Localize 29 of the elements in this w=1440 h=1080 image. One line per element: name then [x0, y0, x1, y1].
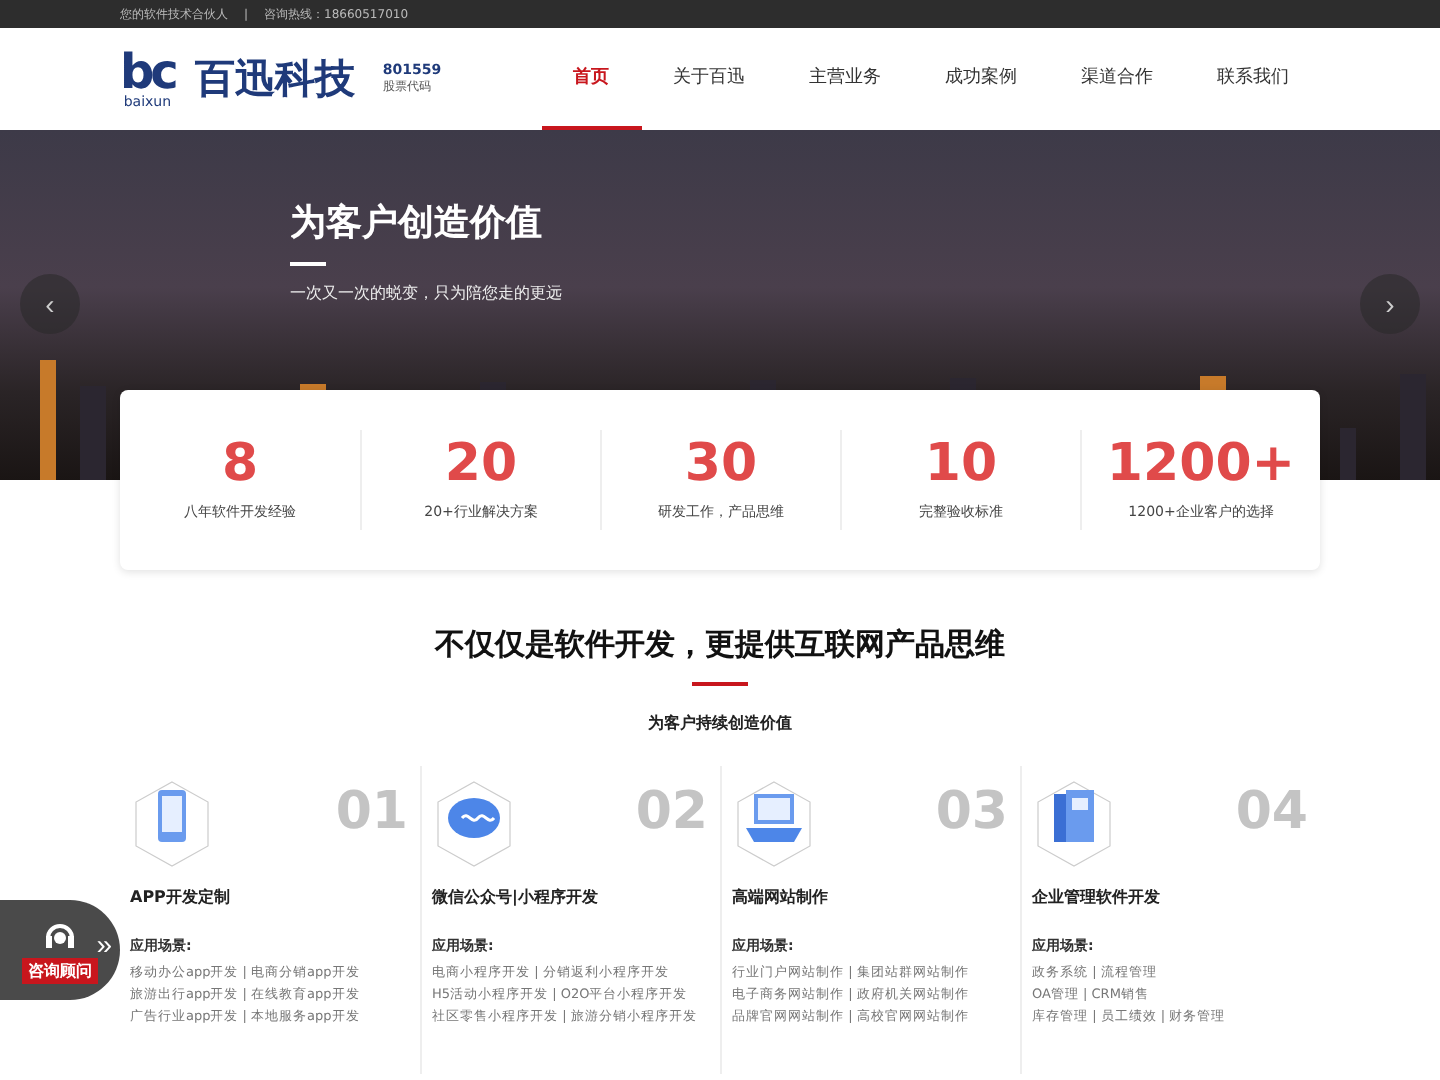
stat-value: 30 [684, 438, 758, 490]
consult-widget[interactable]: 咨询顾问 » [0, 900, 120, 1000]
next-slide-button[interactable]: › [1360, 274, 1420, 334]
section-subtitle: 为客户持续创造价值 [648, 712, 792, 734]
nav-link[interactable]: 成功案例 [913, 28, 1050, 130]
hero-title: 为客户创造价值 [290, 200, 544, 246]
stat-value: 10 [924, 438, 998, 490]
stat-value: 20 [444, 438, 518, 490]
consult-label: 咨询顾问 [22, 957, 98, 983]
nav-link[interactable]: 主营业务 [777, 28, 914, 130]
hero-subtitle: 一次又一次的蜕变，只为陪您走的更远 [290, 282, 564, 304]
service-number: 02 [635, 782, 708, 842]
service-title: 高端网站制作 [732, 886, 830, 908]
service-title: 企业管理软件开发 [1032, 886, 1162, 908]
section-title: 不仅仅是软件开发，更提供互联网产品思维 [435, 626, 1005, 664]
service-title: 微信公众号|小程序开发 [432, 886, 600, 908]
stat-value: 1200+ [1106, 438, 1296, 490]
nav-link[interactable]: 渠道合作 [1049, 28, 1186, 130]
logo-mark: bc [120, 48, 175, 96]
nav-link[interactable]: 联系我们 [1185, 28, 1322, 130]
nav-link[interactable]: 关于百迅 [641, 28, 778, 130]
service-number: 03 [935, 782, 1008, 842]
stat-value: 8 [221, 438, 259, 490]
service-title: APP开发定制 [130, 886, 232, 908]
service-number: 01 [335, 782, 408, 842]
service-number: 04 [1235, 782, 1308, 842]
brand-name: 百迅科技 [194, 52, 355, 106]
previous-slide-button[interactable]: ‹ [20, 274, 80, 334]
expand-button[interactable]: » [96, 928, 112, 960]
